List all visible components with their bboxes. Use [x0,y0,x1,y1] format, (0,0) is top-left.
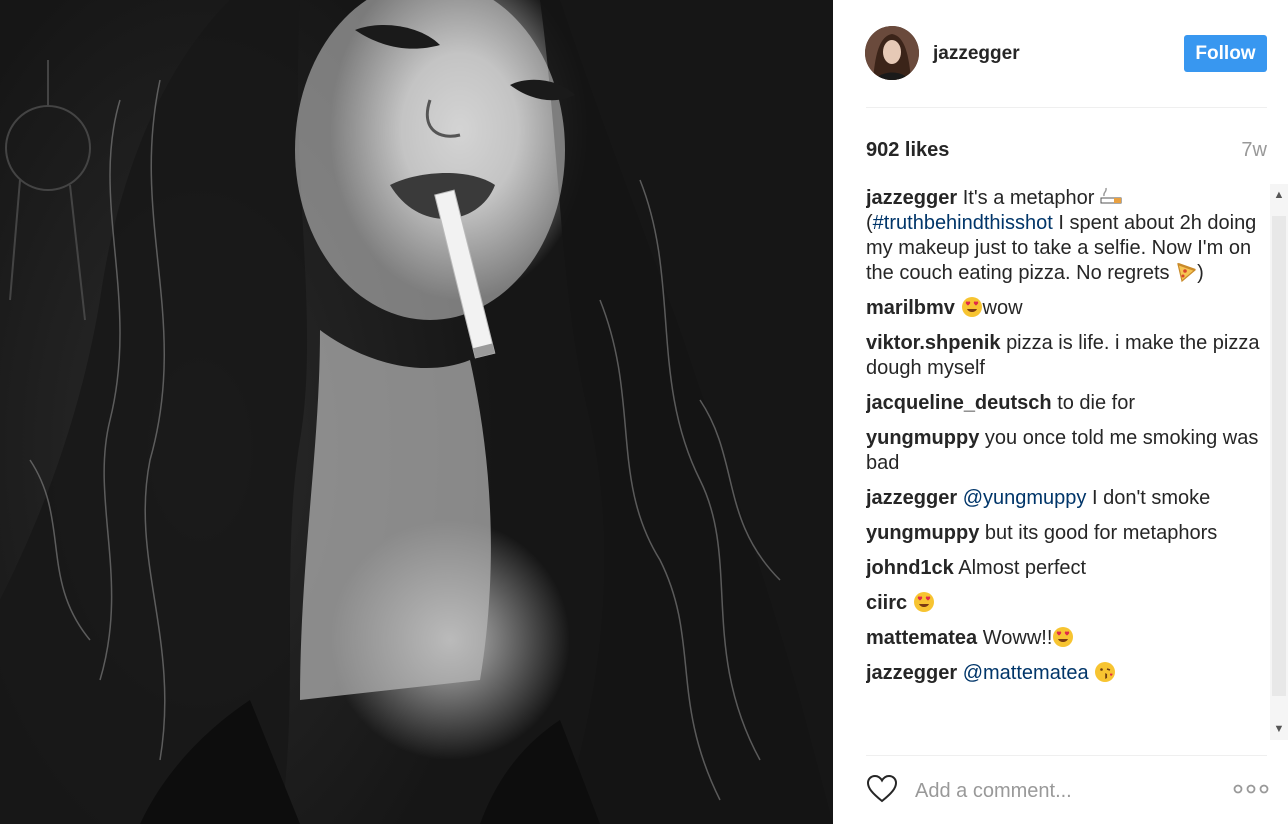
comment-item: viktor.shpenik pizza is life. i make the… [866,331,1266,381]
comment-item: yungmuppy you once told me smoking was b… [866,426,1266,476]
scroll-up-icon[interactable]: ▲ [1270,184,1288,206]
cigarette-emoji-icon [1100,186,1122,208]
comment-username[interactable]: jacqueline_deutsch [866,392,1052,414]
comment-item: mattematea Woww!! [866,626,1266,651]
avatar[interactable] [865,26,919,80]
more-options-icon[interactable] [1233,782,1269,796]
comment-username[interactable]: viktor.shpenik [866,332,1001,354]
comment-username[interactable]: jazzegger [866,487,957,509]
comment-text: I don't smoke [1086,487,1211,509]
comment-text: to die for [1057,392,1136,414]
comment-username[interactable]: johnd1ck [866,557,954,579]
likes-count[interactable]: 902 likes [866,139,949,162]
comment-item: marilbmv wow [866,296,1266,321]
comments-scrollbar[interactable]: ▲ ▼ [1270,184,1288,740]
comment-text: ) [1197,262,1204,284]
avatar-image [865,26,919,80]
comment-item: jazzegger @mattematea [866,661,1266,686]
post-photo-art [0,0,833,824]
heart-eyes-emoji-icon [913,591,935,613]
comment-text: ( [866,212,873,234]
post-photo[interactable] [0,0,833,824]
comment-username[interactable]: jazzegger [866,662,957,684]
add-comment-input[interactable] [915,776,1215,806]
pizza-emoji-icon [1175,261,1197,283]
mention-link[interactable]: @mattematea [963,662,1089,684]
comment-username[interactable]: ciirc [866,592,907,614]
header-divider [866,107,1267,108]
heart-outline-icon[interactable] [866,774,898,804]
scroll-down-icon[interactable]: ▼ [1270,718,1288,740]
heart-eyes-emoji-icon [1052,626,1074,648]
comment-username[interactable]: yungmuppy [866,427,979,449]
comment-item: jacqueline_deutsch to die for [866,391,1266,416]
comment-username[interactable]: marilbmv [866,297,955,319]
post-sidebar: jazzegger Follow 902 likes 7w jazzegger … [833,0,1288,824]
comments-list[interactable]: jazzegger It's a metaphor (#truthbehindt… [866,186,1266,742]
follow-button[interactable]: Follow [1184,35,1267,72]
comment-username[interactable]: yungmuppy [866,522,979,544]
comment-username[interactable]: mattematea [866,627,977,649]
comment-text: It's a metaphor [962,187,1100,209]
comment-item: jazzegger It's a metaphor (#truthbehindt… [866,186,1266,286]
comment-text: but its good for metaphors [984,522,1218,544]
comment-item: jazzegger @yungmuppy I don't smoke [866,486,1266,511]
post-timestamp[interactable]: 7w [1241,139,1267,162]
scroll-thumb[interactable] [1272,216,1286,696]
hashtag-link[interactable]: #truthbehindthisshot [873,212,1053,234]
comment-username[interactable]: jazzegger [866,187,957,209]
comment-item: johnd1ck Almost perfect [866,556,1266,581]
comment-text: Woww!! [982,627,1053,649]
heart-eyes-emoji-icon [961,296,983,318]
comment-item: yungmuppy but its good for metaphors [866,521,1266,546]
composer-divider [866,755,1267,756]
comment-item: ciirc [866,591,1266,616]
kiss-emoji-icon [1094,661,1116,683]
comment-text: Almost perfect [958,557,1087,579]
comment-text: wow [982,297,1023,319]
author-username[interactable]: jazzegger [933,43,1020,65]
post-header: jazzegger Follow [833,0,1288,108]
mention-link[interactable]: @yungmuppy [963,487,1087,509]
